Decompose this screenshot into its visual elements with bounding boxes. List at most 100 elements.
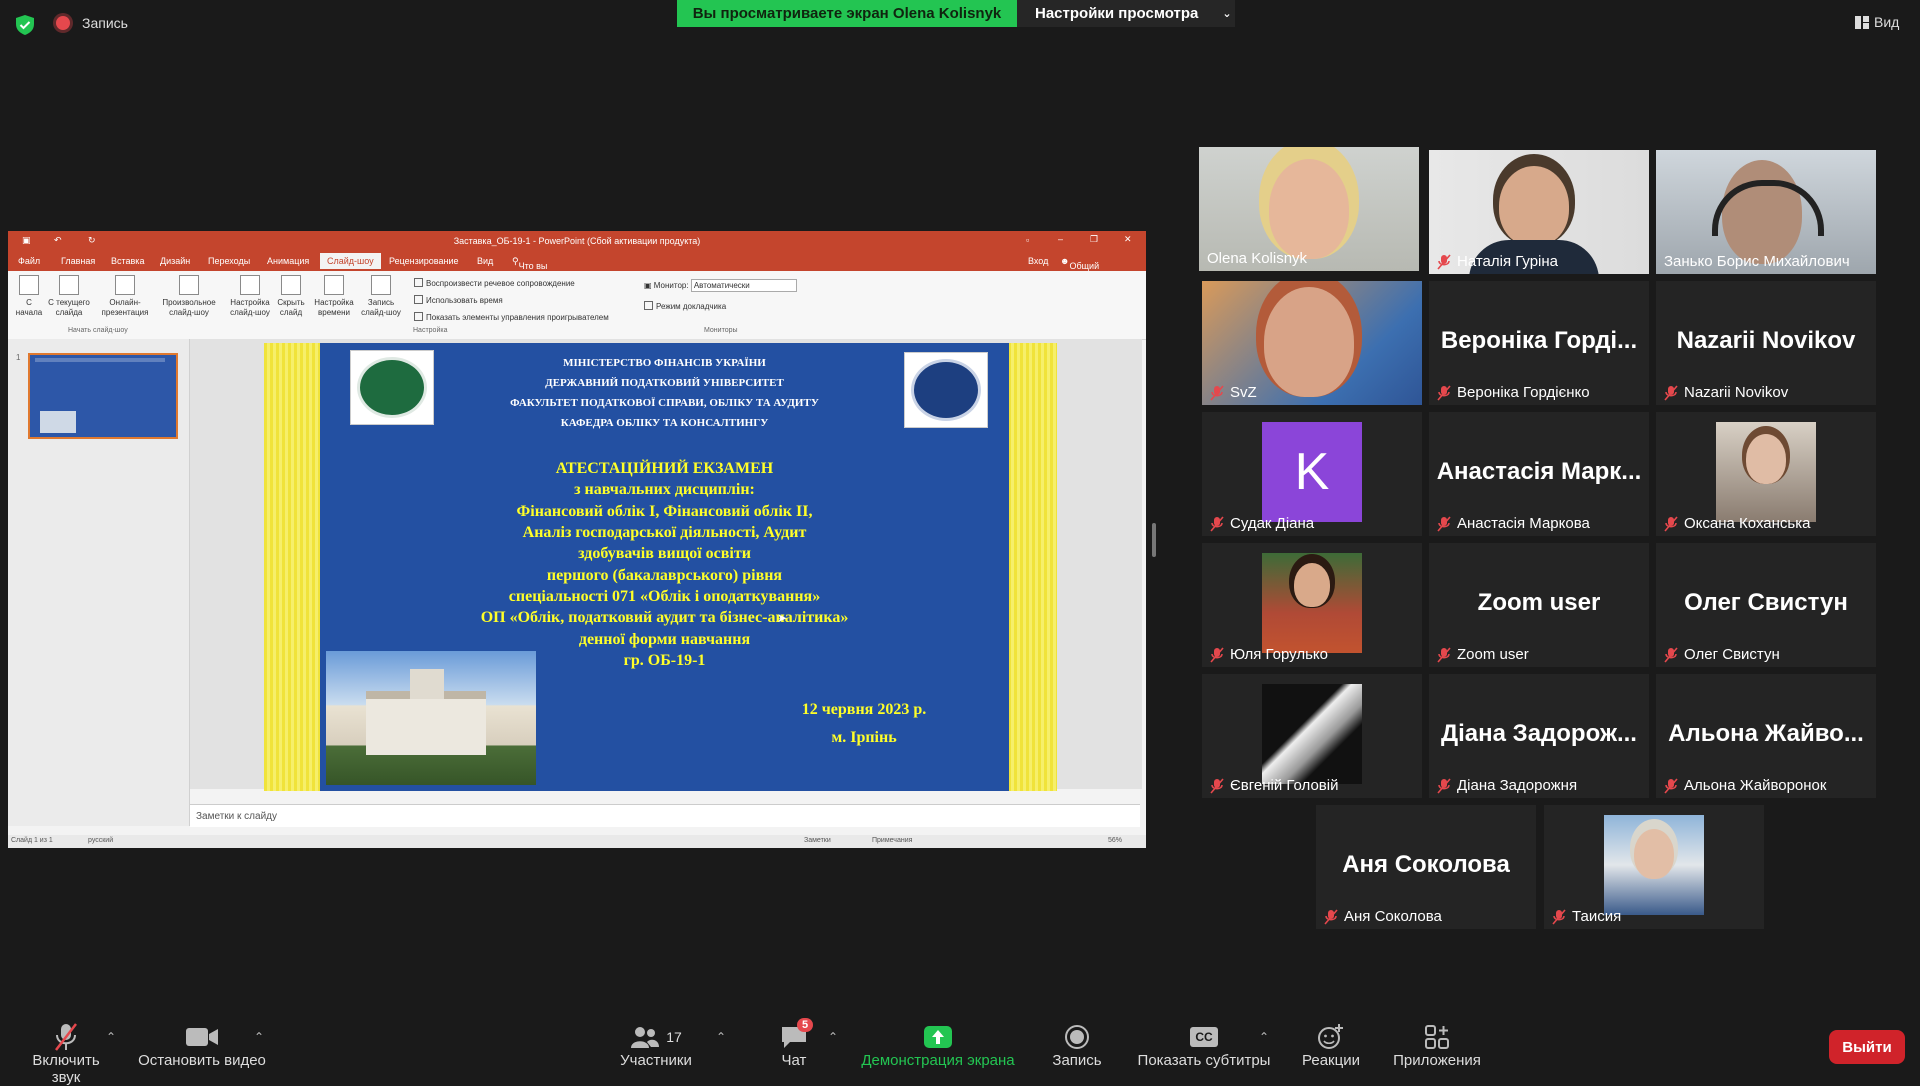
tell-me-search[interactable]: ⚲ Что вы хотите сделать? — [512, 256, 557, 291]
participant-tile-anastasia-markova[interactable]: Анастасія Марк... Анастасія Маркова — [1429, 412, 1649, 536]
status-zoom-level[interactable]: 56% — [1108, 837, 1122, 844]
from-current-button[interactable]: С текущего слайда — [44, 275, 94, 318]
slide-thumbnail[interactable] — [28, 353, 178, 439]
participant-tile-nazarii-novikov[interactable]: Nazarii Novikov Nazarii Novikov — [1656, 281, 1876, 405]
status-language[interactable]: русский — [88, 837, 113, 844]
muted-mic-icon — [1664, 646, 1678, 663]
participant-name-text: Юля Горулько — [1230, 646, 1328, 663]
share-button[interactable]: ☻ Общий доступ — [1060, 256, 1099, 281]
participant-tile-sudak-diana[interactable]: K Судак Діана — [1202, 412, 1422, 536]
custom-show-icon — [179, 275, 199, 295]
security-shield-icon[interactable] — [14, 14, 36, 36]
share-screen-button[interactable]: Демонстрация экрана — [856, 1022, 1020, 1069]
participant-tile-yulia-horulko[interactable]: Юля Горулько — [1202, 543, 1422, 667]
viewing-screen-banner: Вы просматриваете экран Olena Kolisnyk — [677, 0, 1017, 27]
participants-button[interactable]: 17 Участники — [606, 1022, 706, 1069]
restore-icon[interactable]: ❐ — [1090, 234, 1098, 245]
participant-face — [1634, 829, 1674, 879]
monitor-value[interactable]: Автоматически — [690, 279, 797, 292]
menu-home[interactable]: Главная — [61, 256, 95, 266]
apps-button[interactable]: Приложения — [1380, 1022, 1494, 1069]
participant-name: Анастасія Маркова — [1437, 515, 1590, 532]
participant-tile-zanko-borys[interactable]: Занько Борис Михайлович — [1656, 150, 1876, 274]
leave-meeting-button[interactable]: Выйти — [1829, 1030, 1905, 1064]
participant-name: Аня Соколова — [1324, 908, 1442, 925]
participant-name-text: Занько Борис Михайлович — [1664, 253, 1850, 270]
stop-video-button[interactable]: Остановить видео — [134, 1022, 270, 1069]
menu-transitions[interactable]: Переходы — [208, 256, 250, 266]
show-captions-button[interactable]: CC Показать субтитры — [1134, 1022, 1274, 1069]
notes-pane[interactable]: Заметки к слайду — [190, 804, 1140, 827]
hide-slide-button[interactable]: Скрыть слайд — [274, 275, 308, 318]
participant-display-name: Альона Жайво... — [1668, 720, 1864, 747]
close-icon[interactable]: ✕ — [1124, 234, 1132, 245]
participant-display-name: Олег Свистун — [1684, 589, 1848, 616]
muted-mic-icon — [1437, 777, 1451, 794]
split-view-drag-handle[interactable] — [1152, 523, 1156, 557]
record-label: Запись — [1052, 1052, 1102, 1069]
thumbnail-text-line — [35, 358, 165, 362]
menu-slideshow[interactable]: Слайд-шоу — [320, 253, 381, 269]
chat-button[interactable]: Чат — [764, 1022, 824, 1069]
muted-mic-icon — [1664, 515, 1678, 532]
captions-options-caret-icon[interactable]: ⌃ — [1259, 1030, 1269, 1044]
rehearse-timings-button[interactable]: Настройка времени — [311, 275, 357, 318]
unmute-button[interactable]: Включить звук — [16, 1022, 116, 1086]
menu-animations[interactable]: Анимация — [267, 256, 309, 266]
reactions-button[interactable]: Реакции — [1296, 1022, 1366, 1069]
share-screen-arrow-icon — [924, 1026, 952, 1048]
participant-tile-olena-kolisnyk[interactable]: Olena Kolisnyk — [1199, 147, 1419, 271]
participant-name: Олег Свистун — [1664, 646, 1780, 663]
slide-university-line: ДЕРЖАВНИЙ ПОДАТКОВИЙ УНІВЕРСИТЕТ — [545, 377, 784, 389]
participant-tile-oleh-svystun[interactable]: Олег Свистун Олег Свистун — [1656, 543, 1876, 667]
participant-tile-anya-sokolova[interactable]: Аня Соколова Аня Соколова — [1316, 805, 1536, 929]
show-controls-checkbox[interactable]: Показать элементы управления проигрывате… — [414, 312, 609, 322]
participant-tile-natalia-hurina[interactable]: Наталія Гуріна — [1429, 150, 1649, 274]
menu-design[interactable]: Дизайн — [160, 256, 190, 266]
muted-mic-icon — [1324, 908, 1338, 925]
ribbon-display-icon[interactable]: ▫ — [1026, 235, 1029, 245]
participant-name: Вероніка Гордієнко — [1437, 384, 1590, 401]
view-options-label: Настройки просмотра — [1035, 5, 1199, 22]
setup-show-button[interactable]: Настройка слайд-шоу — [228, 275, 272, 318]
participants-options-caret-icon[interactable]: ⌃ — [716, 1030, 726, 1044]
view-options-button[interactable]: Настройки просмотра ⌄ — [1017, 0, 1235, 27]
sign-in-link[interactable]: Вход — [1028, 256, 1048, 266]
minimize-icon[interactable]: – — [1058, 234, 1063, 244]
menu-review[interactable]: Рецензирование — [389, 256, 459, 266]
participant-tile-alona-zhaivoronok[interactable]: Альона Жайво... Альона Жайворонок — [1656, 674, 1876, 798]
from-start-button[interactable]: С начала — [12, 275, 46, 318]
view-layout-button[interactable]: Вид — [1855, 14, 1899, 30]
status-notes-button[interactable]: Заметки — [804, 837, 831, 844]
slide-body-line: Аналіз господарської діяльності, Аудит — [522, 524, 807, 541]
slide-department-line: КАФЕДРА ОБЛІКУ ТА КОНСАЛТИНГУ — [560, 417, 769, 429]
participant-tile-zoom-user[interactable]: Zoom user Zoom user — [1429, 543, 1649, 667]
presenter-view-checkbox[interactable]: Режим докладчика — [644, 301, 726, 311]
monitor-select[interactable]: ▣ Монитор: Автоматически — [644, 279, 797, 292]
online-present-button[interactable]: Онлайн-презентация — [100, 275, 150, 318]
audio-options-caret-icon[interactable]: ⌃ — [106, 1030, 116, 1044]
record-show-button[interactable]: Запись слайд-шоу — [358, 275, 404, 318]
participant-tile-veronika-hordienko[interactable]: Вероніка Горді... Вероніка Гордієнко — [1429, 281, 1649, 405]
use-timings-checkbox[interactable]: Использовать время — [414, 295, 503, 305]
participant-tile-svz[interactable]: SvZ — [1202, 281, 1422, 405]
participant-tile-yevhenii-holovii[interactable]: Євгеній Головій — [1202, 674, 1422, 798]
menu-file[interactable]: Файл — [18, 256, 40, 266]
participant-profile-image — [1716, 422, 1816, 522]
unmute-label: Включить звук — [32, 1052, 100, 1086]
status-comments-button[interactable]: Примечания — [872, 837, 912, 844]
video-options-caret-icon[interactable]: ⌃ — [254, 1030, 264, 1044]
record-button[interactable]: Запись — [1042, 1022, 1112, 1069]
show-captions-label: Показать субтитры — [1137, 1052, 1271, 1069]
muted-mic-icon — [1210, 384, 1224, 401]
mouse-cursor-icon: ➤ — [777, 611, 788, 625]
participant-tile-oksana-kokhanska[interactable]: Оксана Коханська — [1656, 412, 1876, 536]
menu-view[interactable]: Вид — [477, 256, 493, 266]
narration-checkbox[interactable]: Воспроизвести речевое сопровождение — [414, 278, 575, 288]
participant-tile-taisiia[interactable]: Таисия — [1544, 805, 1764, 929]
custom-show-button[interactable]: Произвольное слайд-шоу — [156, 275, 222, 318]
chat-options-caret-icon[interactable]: ⌃ — [828, 1030, 838, 1044]
participant-tile-diana-zadorozhnia[interactable]: Діана Задорож... Діана Задорожня — [1429, 674, 1649, 798]
muted-mic-icon — [1210, 646, 1224, 663]
menu-insert[interactable]: Вставка — [111, 256, 144, 266]
